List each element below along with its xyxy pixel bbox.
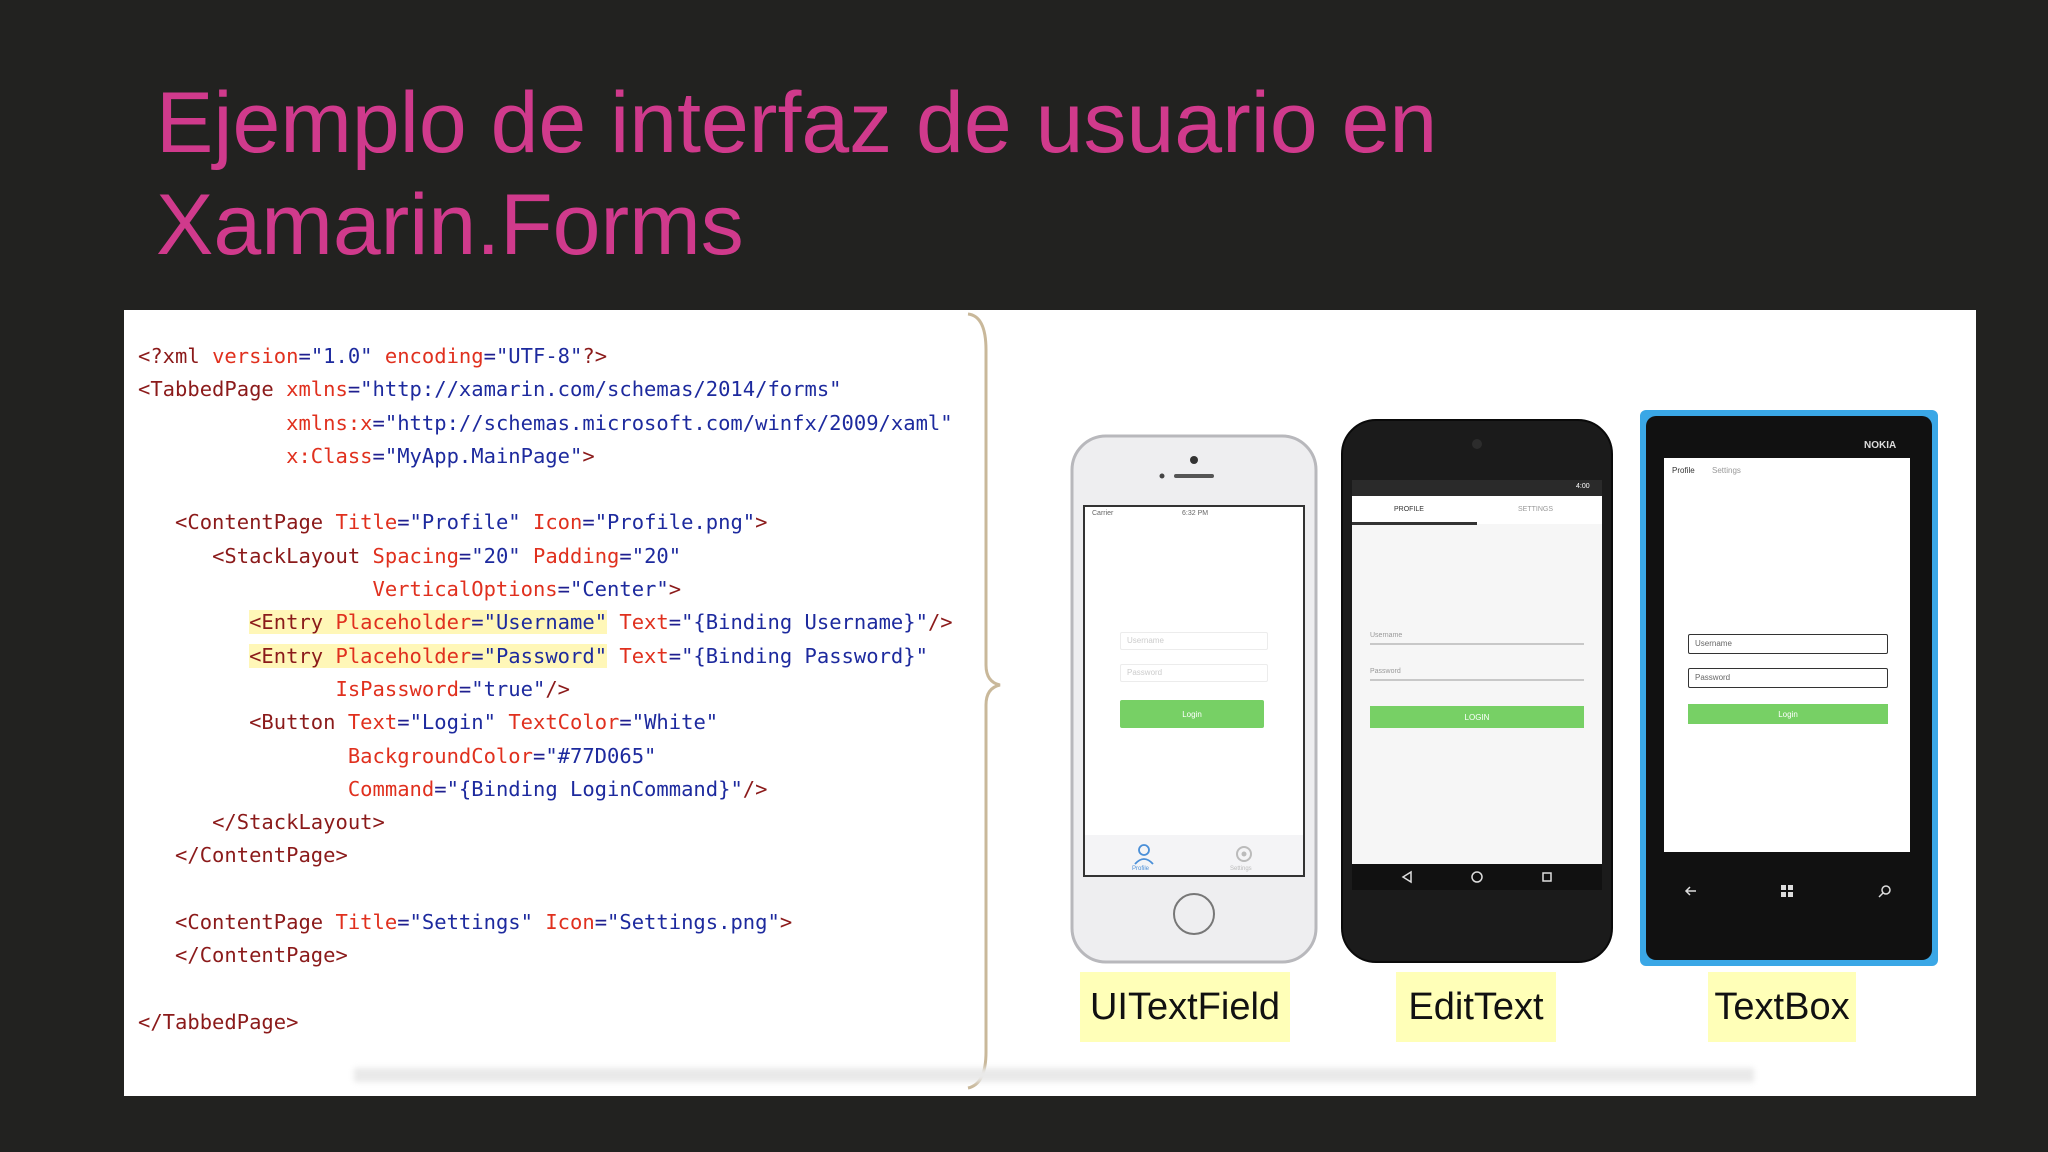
back-arrow-icon[interactable] bbox=[1684, 884, 1698, 898]
windows-phone-mockup: NOKIA Profile Settings Username Password… bbox=[1640, 410, 1938, 966]
blurred-caption-strip bbox=[354, 1068, 1754, 1082]
ios-status-time: 6:32 PM bbox=[1182, 510, 1209, 517]
android-status-time: 4:00 bbox=[1576, 483, 1590, 490]
android-username-field[interactable]: Username bbox=[1370, 632, 1402, 639]
android-login-label: LOGIN bbox=[1464, 712, 1490, 722]
wp-password-field[interactable]: Password bbox=[1688, 668, 1888, 688]
code-line: <Entry Placeholder="Password" Text="{Bin… bbox=[249, 643, 928, 668]
iphone-mockup: Carrier 6:32 PM Username Password Login … bbox=[1070, 434, 1318, 964]
label-uitextfield: UITextField bbox=[1080, 972, 1290, 1042]
ios-tab-settings[interactable]: Settings bbox=[1230, 866, 1252, 872]
android-tab-profile[interactable]: PROFILE bbox=[1394, 506, 1424, 513]
curly-brace-icon bbox=[967, 312, 1001, 1090]
gear-icon[interactable] bbox=[1232, 842, 1256, 866]
back-triangle-icon[interactable] bbox=[1400, 870, 1414, 884]
ios-username-field[interactable]: Username bbox=[1120, 632, 1268, 650]
code-line: <TabbedPage xmlns="http://xamarin.com/sc… bbox=[138, 377, 842, 402]
ios-status-carrier: Carrier bbox=[1092, 510, 1114, 517]
code-line: <Entry Placeholder="Username" Text="{Bin… bbox=[249, 610, 953, 635]
code-line: </TabbedPage> bbox=[138, 1009, 299, 1034]
code-line: <?xml version="1.0" encoding="UTF-8"?> bbox=[138, 344, 608, 368]
search-icon[interactable] bbox=[1878, 884, 1892, 898]
nokia-logo: NOKIA bbox=[1864, 440, 1897, 451]
code-line: <Button Text="Login" TextColor="White" bbox=[249, 710, 719, 735]
android-login-button[interactable]: LOGIN bbox=[1370, 706, 1584, 728]
windows-logo-icon[interactable] bbox=[1780, 884, 1794, 898]
home-circle-icon[interactable] bbox=[1470, 870, 1484, 884]
ios-tab-profile[interactable]: Profile bbox=[1132, 866, 1149, 872]
code-line: </ContentPage> bbox=[175, 943, 348, 968]
code-line: <ContentPage Title="Profile" Icon="Profi… bbox=[175, 510, 768, 535]
ios-login-label: Login bbox=[1182, 709, 1202, 719]
code-line: </ContentPage> bbox=[175, 843, 348, 868]
code-line: BackgroundColor="#77D065" bbox=[347, 743, 657, 768]
person-icon[interactable] bbox=[1132, 842, 1156, 866]
recent-square-icon[interactable] bbox=[1540, 870, 1554, 884]
slide-title-line-2: Xamarin.Forms bbox=[156, 177, 744, 273]
android-mockup: 4:00 PROFILE SETTINGS Username Password … bbox=[1340, 418, 1614, 964]
ios-login-button[interactable]: Login bbox=[1120, 700, 1264, 728]
android-password-field[interactable]: Password bbox=[1370, 668, 1401, 675]
content-image-panel: <?xml version="1.0" encoding="UTF-8"?> <T… bbox=[124, 310, 1976, 1096]
code-line: x:Class="MyApp.MainPage"> bbox=[286, 443, 595, 468]
wp-password-placeholder: Password bbox=[1695, 673, 1731, 682]
wp-login-button[interactable]: Login bbox=[1688, 704, 1888, 724]
code-line: VerticalOptions="Center"> bbox=[372, 577, 682, 602]
code-line: <StackLayout Spacing="20" Padding="20" bbox=[212, 543, 682, 568]
wp-login-label: Login bbox=[1778, 709, 1798, 719]
android-tab-settings[interactable]: SETTINGS bbox=[1518, 506, 1553, 513]
slide-title-line-1: Ejemplo de interfaz de usuario en bbox=[156, 75, 1438, 171]
code-line: IsPassword="true"/> bbox=[335, 676, 570, 701]
wp-tab-profile[interactable]: Profile bbox=[1672, 466, 1695, 475]
slide-title: Ejemplo de interfaz de usuario en Xamari… bbox=[156, 72, 1756, 276]
ios-username-placeholder: Username bbox=[1127, 636, 1164, 645]
xaml-code-block: <?xml version="1.0" encoding="UTF-8"?> <T… bbox=[138, 340, 953, 1039]
ios-password-field[interactable]: Password bbox=[1120, 664, 1268, 682]
label-textbox: TextBox bbox=[1708, 972, 1856, 1042]
label-edittext: EditText bbox=[1396, 972, 1556, 1042]
wp-username-placeholder: Username bbox=[1695, 639, 1732, 648]
code-line: <ContentPage Title="Settings" Icon="Sett… bbox=[175, 910, 793, 935]
ios-password-placeholder: Password bbox=[1127, 668, 1163, 677]
wp-tab-settings[interactable]: Settings bbox=[1712, 466, 1741, 475]
code-line: Command="{Binding LoginCommand}"/> bbox=[347, 776, 768, 801]
wp-username-field[interactable]: Username bbox=[1688, 634, 1888, 654]
code-line: xmlns:x="http://schemas.microsoft.com/wi… bbox=[286, 410, 953, 435]
code-line: </StackLayout> bbox=[212, 810, 385, 835]
